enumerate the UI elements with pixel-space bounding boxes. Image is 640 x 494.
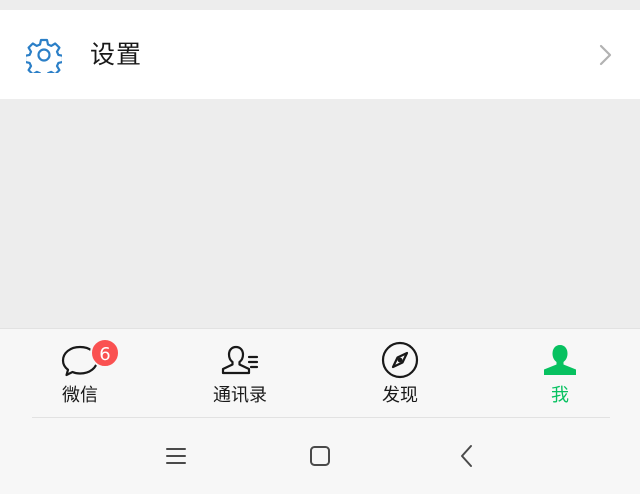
contacts-icon [221,345,259,375]
unread-badge: 6 [90,338,120,368]
tab-discover-label: 发现 [382,385,418,406]
person-icon [544,345,576,375]
back-icon[interactable] [455,444,479,468]
tab-contacts-label: 通讯录 [213,385,267,406]
tab-chats-label: 微信 [62,385,98,406]
home-icon[interactable] [308,444,332,468]
menu-icon[interactable] [164,444,188,468]
tab-contacts[interactable]: 通讯录 [160,329,320,419]
tab-me-label: 我 [551,385,569,406]
tab-chats[interactable]: 6 微信 [0,329,160,419]
settings-row[interactable]: 设置 [0,10,640,99]
compass-icon [381,341,419,379]
system-navigation-bar [0,418,640,494]
chevron-right-icon [599,44,612,66]
bottom-tab-bar: 6 微信 通讯录 发现 我 [0,328,640,418]
settings-label: 设置 [90,40,143,69]
gear-icon [26,38,62,73]
tab-me[interactable]: 我 [480,329,640,419]
top-spacer [0,0,640,10]
tab-discover[interactable]: 发现 [320,329,480,419]
